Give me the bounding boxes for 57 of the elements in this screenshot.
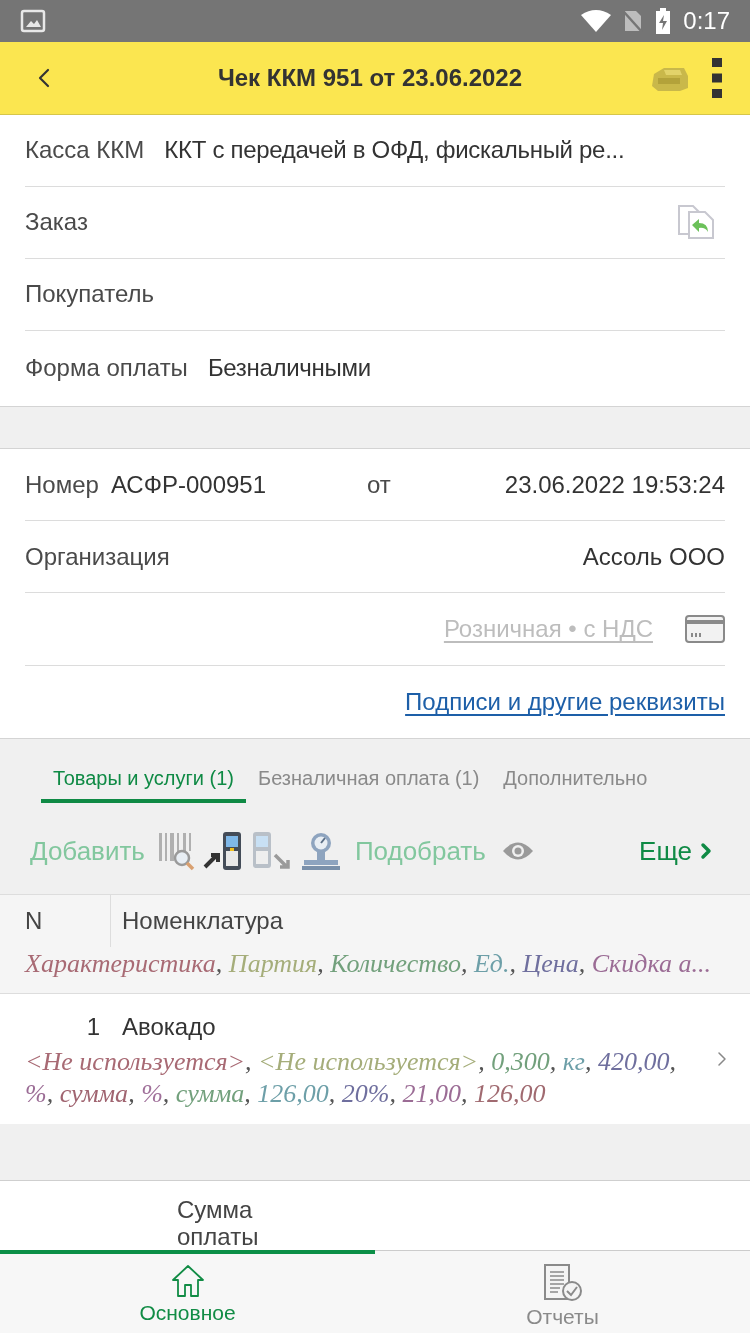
field-value[interactable]: Безналичными bbox=[207, 350, 371, 387]
table-row[interactable]: 1 Авокадо <Не используется>, <Не используется>, 0,300, кг, 420,00, %, сумма, %, сумма, 126,00, 20%, 21,00, 126,00 bbox=[0, 993, 750, 1124]
field-value[interactable]: ККТ с передачей в ОФД, фискальный ре... bbox=[164, 132, 625, 169]
column-header: Количество, bbox=[330, 948, 468, 978]
cell-value: <Не используется>, bbox=[25, 1046, 252, 1076]
no-sim-icon bbox=[623, 8, 644, 33]
column-header: Номенклатура bbox=[122, 905, 284, 936]
tab[interactable]: Безналичная оплата (1) bbox=[246, 739, 492, 804]
field-value[interactable]: АСФР-000951 bbox=[110, 466, 367, 503]
field-label: Покупатель bbox=[25, 279, 154, 310]
document-arrow-icon[interactable] bbox=[677, 204, 715, 241]
home-icon bbox=[170, 1264, 205, 1299]
cell-value: сумма, bbox=[59, 1078, 135, 1108]
cell-value: 0,300, bbox=[491, 1046, 557, 1076]
cell-value: 126,00 bbox=[473, 1078, 546, 1108]
cell-value: сумма, bbox=[175, 1078, 251, 1108]
cell-value: %, bbox=[25, 1078, 54, 1108]
field-label: Касса ККМ bbox=[25, 135, 145, 166]
battery-charging-icon bbox=[655, 7, 672, 34]
nav-tab[interactable]: Основное bbox=[0, 1250, 375, 1333]
document-check-icon bbox=[542, 1264, 583, 1303]
clock-time: 0:17 bbox=[683, 8, 730, 33]
more-button[interactable]: Еще bbox=[639, 831, 718, 871]
tab[interactable]: Товары и услуги (1) bbox=[41, 739, 246, 804]
column-header: Партия, bbox=[228, 948, 324, 978]
cell-value: 126,00, bbox=[257, 1078, 336, 1108]
column-header: Скидка а... bbox=[591, 948, 711, 978]
field-label: Заказ bbox=[25, 207, 88, 238]
field-label: от bbox=[366, 469, 391, 500]
field-label: Форма оплаты bbox=[25, 353, 188, 384]
cell-value: 420,00, bbox=[597, 1046, 676, 1076]
menu-icon[interactable] bbox=[712, 57, 722, 98]
card-icon[interactable] bbox=[685, 615, 725, 644]
scale-icon[interactable] bbox=[300, 831, 341, 872]
cell-value: 21,00, bbox=[402, 1078, 468, 1108]
nav-tab[interactable]: Отчеты bbox=[375, 1250, 750, 1333]
wifi-icon bbox=[581, 9, 612, 32]
field-value[interactable]: Ассоль ООО bbox=[582, 538, 725, 575]
column-header: Цена, bbox=[522, 948, 586, 978]
field-label: Организация bbox=[25, 541, 170, 572]
column-header: Характеристика, bbox=[25, 948, 223, 978]
column-header: Ед., bbox=[474, 948, 517, 978]
summary-label: Сумма оплаты bbox=[177, 1195, 260, 1250]
column-header: N bbox=[25, 905, 43, 936]
product-name: Авокадо bbox=[122, 1011, 216, 1042]
row-number: 1 bbox=[85, 1011, 100, 1042]
field-value[interactable]: 23.06.2022 19:53:24 bbox=[504, 466, 725, 503]
cell-value: 20%, bbox=[341, 1078, 396, 1108]
details-link[interactable]: Подписи и другие реквизиты bbox=[405, 684, 725, 721]
window-title: Чек ККМ 951 от 23.06.2022 bbox=[217, 62, 523, 93]
image-icon bbox=[20, 8, 46, 33]
cell-value: кг, bbox=[562, 1046, 592, 1076]
tab[interactable]: Дополнительно bbox=[491, 739, 660, 804]
cell-value: <Не используется>, bbox=[258, 1046, 485, 1076]
field-label: Номер bbox=[25, 469, 99, 500]
cell-value: %, bbox=[141, 1078, 170, 1108]
barcode-search-icon[interactable] bbox=[156, 831, 195, 872]
